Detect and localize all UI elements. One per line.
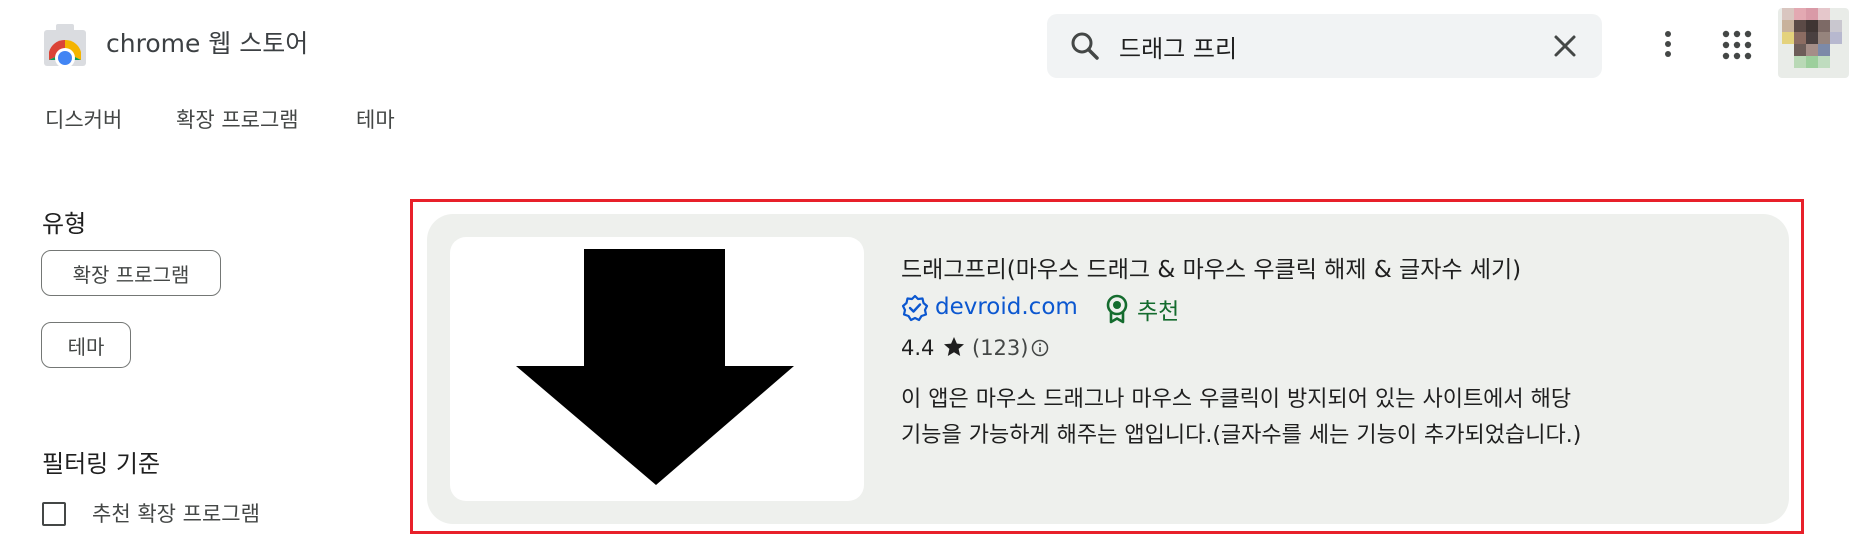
tab-themes[interactable]: 테마 [356,104,395,134]
search-box[interactable] [1047,14,1602,78]
chrome-web-store-logo[interactable] [42,22,88,68]
search-input[interactable] [1119,28,1539,64]
store-title[interactable]: chrome 웹 스토어 [106,24,308,60]
chip-extensions[interactable]: 확장 프로그램 [41,250,221,296]
more-vert-icon[interactable] [1652,28,1684,60]
filter-heading: 필터링 기준 [42,450,161,478]
avatar[interactable] [1778,8,1849,78]
search-icon[interactable] [1069,30,1101,62]
highlight-frame [410,199,1804,534]
apps-grid-icon[interactable] [1720,28,1754,62]
featured-filter-label[interactable]: 추천 확장 프로그램 [92,498,260,528]
tab-discover[interactable]: 디스커버 [45,104,122,134]
tab-extensions[interactable]: 확장 프로그램 [176,104,299,134]
chip-themes[interactable]: 테마 [41,322,131,368]
close-icon[interactable] [1549,30,1581,62]
featured-filter-checkbox[interactable] [42,502,66,526]
type-heading: 유형 [42,210,87,238]
